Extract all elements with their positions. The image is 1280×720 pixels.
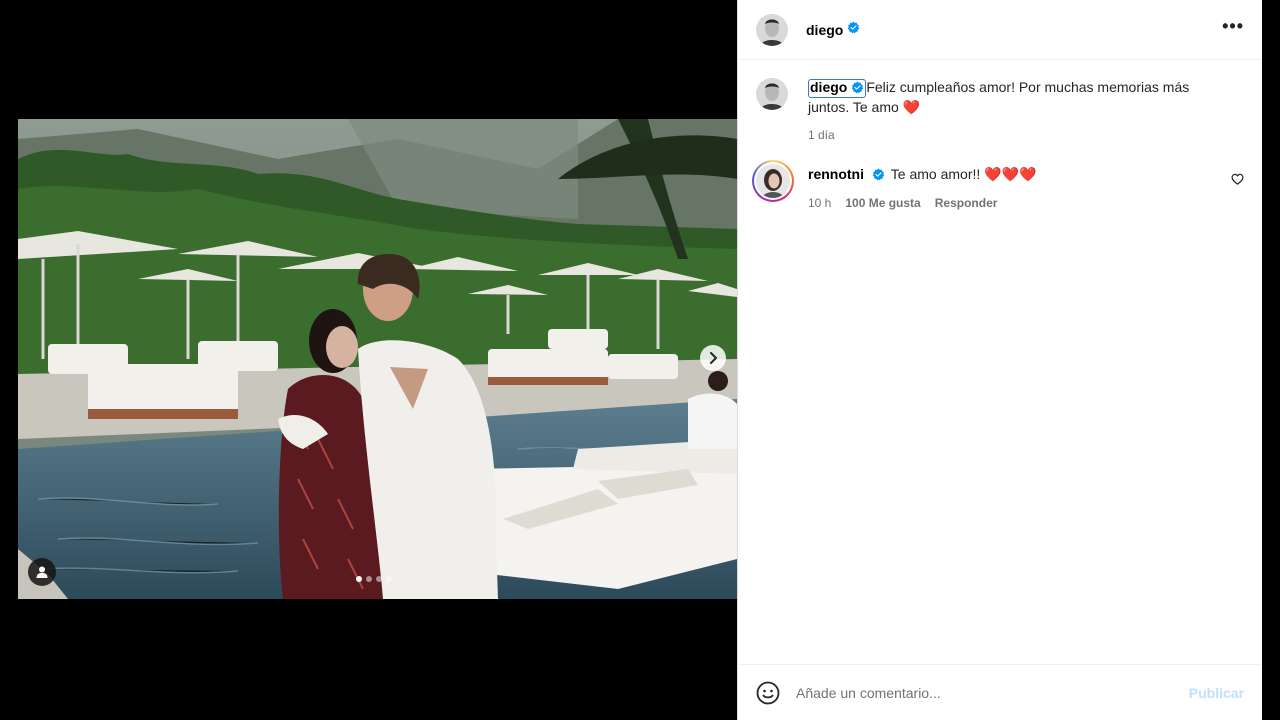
comment-time[interactable]: 10 h (808, 194, 831, 213)
carousel-indicator (356, 576, 392, 582)
heart-outline-icon (1231, 173, 1244, 185)
comment-composer: Publicar (738, 664, 1262, 720)
carousel-dot (386, 576, 392, 582)
verified-badge-icon (851, 81, 864, 97)
author-avatar-image (756, 13, 788, 46)
like-comment-button[interactable] (1231, 172, 1244, 190)
carousel-dot (356, 576, 362, 582)
post-caption: diego Feliz cumpleaños amor! Por muchas m… (756, 78, 1244, 145)
post-photo[interactable] (18, 119, 737, 599)
caption-author-avatar-image (756, 78, 788, 110)
post-viewer: diego ••• diego Feliz cumpleaños amor! Po… (0, 0, 1280, 720)
verified-badge-icon (872, 167, 885, 186)
comment-likes-count[interactable]: 100 Me gusta (845, 194, 920, 213)
author-avatar[interactable] (756, 13, 788, 46)
caption-author-avatar[interactable] (756, 78, 788, 110)
post-photo-illustration (18, 119, 737, 599)
author-username[interactable]: diego (806, 22, 843, 38)
caption-meta: 1 día (808, 126, 1228, 145)
carousel-next-button[interactable] (700, 345, 726, 371)
caption-body: diego Feliz cumpleaños amor! Por muchas m… (808, 78, 1228, 145)
window-edge (1262, 0, 1280, 720)
comment-reply-button[interactable]: Responder (935, 194, 998, 213)
commenter-avatar-image (756, 164, 790, 198)
more-options-icon[interactable]: ••• (1222, 16, 1244, 43)
publish-button[interactable]: Publicar (1189, 685, 1244, 701)
comment-item: rennotni Te amo amor!! ❤️❤️❤️ 10 h 100 M… (752, 160, 1244, 213)
comment-input[interactable] (796, 684, 1166, 701)
caption-time[interactable]: 1 día (808, 126, 835, 145)
caption-username[interactable]: diego (810, 79, 847, 95)
commenter-avatar[interactable] (752, 160, 794, 202)
user-tag-icon (36, 566, 48, 578)
post-details-panel: diego ••• diego Feliz cumpleaños amor! Po… (737, 0, 1262, 720)
comment-body: rennotni Te amo amor!! ❤️❤️❤️ 10 h 100 M… (808, 160, 1228, 213)
post-header: diego ••• (738, 0, 1262, 60)
comment-text: Te amo amor!! ❤️❤️❤️ (890, 166, 1037, 182)
carousel-dot (376, 576, 382, 582)
emoji-picker-button[interactable] (756, 681, 780, 705)
verified-badge-icon (847, 21, 860, 39)
chevron-right-icon (710, 352, 717, 364)
tagged-users-button[interactable] (28, 558, 56, 586)
caption-username-link[interactable]: diego (808, 79, 867, 98)
emoji-smile-icon (756, 681, 780, 704)
comment-meta: 10 h 100 Me gusta Responder (808, 194, 1228, 213)
carousel-dot (366, 576, 372, 582)
commenter-username[interactable]: rennotni (808, 166, 864, 182)
